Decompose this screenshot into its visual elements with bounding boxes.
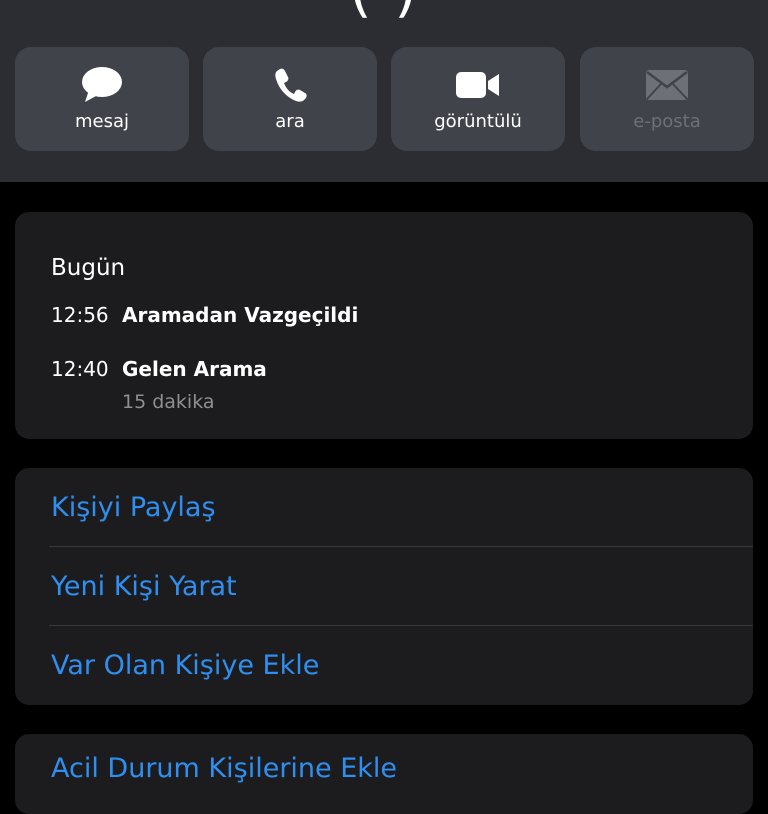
share-contact-button[interactable]: Kişiyi Paylaş bbox=[51, 468, 753, 547]
message-label: mesaj bbox=[74, 111, 130, 132]
recent-calls-card: Bugün 12:56 Aramadan Vazgeçildi 12:40 Ge… bbox=[15, 212, 753, 439]
call-duration: 15 dakika bbox=[122, 391, 215, 413]
create-new-contact-button[interactable]: Yeni Kişi Yarat bbox=[51, 547, 753, 626]
call-button[interactable]: ara bbox=[203, 47, 377, 151]
contact-options-card: Kişiyi Paylaş Yeni Kişi Yarat Var Olan K… bbox=[15, 468, 753, 705]
message-button[interactable]: mesaj bbox=[15, 47, 189, 151]
recents-day-heading: Bugün bbox=[51, 255, 126, 281]
contact-name: ( ) bbox=[0, 0, 768, 24]
call-label: ara bbox=[275, 111, 305, 132]
email-button[interactable]: e-posta bbox=[580, 47, 754, 151]
call-time: 12:56 bbox=[51, 303, 109, 327]
add-to-emergency-contacts-button[interactable]: Acil Durum Kişilerine Ekle bbox=[51, 729, 753, 808]
call-type: Aramadan Vazgeçildi bbox=[122, 303, 359, 327]
contact-header: ( ) mesaj ara görüntülü bbox=[0, 0, 768, 182]
emergency-contacts-card: Acil Durum Kişilerine Ekle bbox=[15, 734, 753, 814]
phone-icon bbox=[273, 66, 307, 104]
message-bubble-icon bbox=[81, 66, 123, 104]
email-label: e-posta bbox=[633, 111, 701, 132]
call-time: 12:40 bbox=[51, 357, 109, 381]
call-type: Gelen Arama bbox=[122, 357, 267, 381]
add-to-existing-contact-button[interactable]: Var Olan Kişiye Ekle bbox=[51, 626, 753, 705]
video-label: görüntülü bbox=[434, 111, 522, 132]
video-camera-icon bbox=[456, 66, 500, 104]
envelope-icon bbox=[645, 66, 689, 104]
video-button[interactable]: görüntülü bbox=[391, 47, 565, 151]
